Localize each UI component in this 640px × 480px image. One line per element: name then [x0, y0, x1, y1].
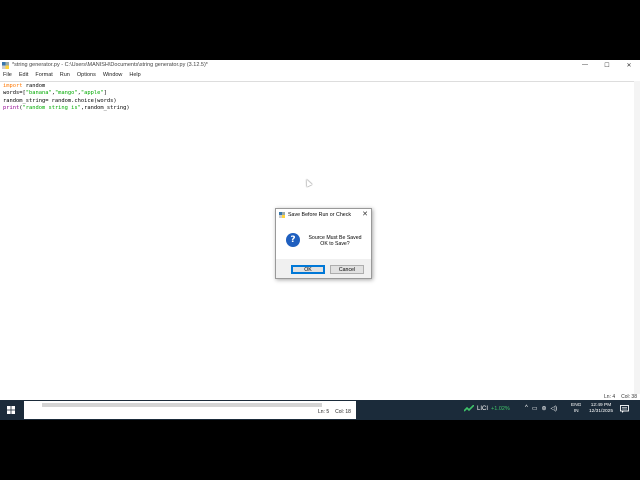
code-line-2: words=["banana","mango","apple"] [3, 90, 640, 97]
taskbar-column-number: Col: 18 [335, 409, 351, 415]
system-tray: ^ ▭ ⊛ ◁) [525, 405, 557, 412]
clock-date: 12/31/2025 [588, 409, 613, 414]
taskbar-editor-strip[interactable]: Ln: 5 Col: 18 [24, 401, 356, 419]
code-text: words=[ [3, 90, 26, 97]
chevron-up-icon[interactable]: ^ [525, 405, 528, 412]
ok-button[interactable]: OK [291, 265, 325, 274]
question-icon: ? [286, 233, 300, 247]
code-text: ,random_string) [80, 105, 130, 112]
start-button[interactable] [0, 400, 22, 420]
stock-widget[interactable]: LICI +1.02% [464, 405, 510, 412]
dialog-title-bar: Save Before Run or Check ✕ [276, 209, 371, 221]
code-line-3: random_string= random.choice(words) [3, 97, 117, 104]
save-before-run-dialog: Save Before Run or Check ✕ ? Source Must… [275, 208, 372, 279]
stock-trend-icon [464, 405, 474, 412]
minimize-button[interactable]: — [574, 60, 596, 70]
string-literal: "mango" [54, 90, 78, 97]
python-icon [279, 212, 285, 218]
string-literal: "apple" [80, 90, 104, 97]
network-icon[interactable]: ⊛ [542, 405, 547, 412]
menu-help[interactable]: Help [129, 72, 140, 78]
menu-file[interactable]: File [3, 72, 12, 78]
language-indicator[interactable]: ENG IN [571, 403, 581, 415]
clock[interactable]: 12:49 PM 12/31/2025 [586, 403, 616, 415]
menu-run[interactable]: Run [60, 72, 70, 78]
dialog-close-button[interactable]: ✕ [362, 210, 368, 218]
close-button[interactable]: ✕ [618, 60, 640, 70]
dialog-message-line-2: OK to Save? [320, 241, 350, 247]
dialog-body: ? Source Must Be Saved OK to Save? [276, 221, 371, 259]
stock-name: LICI [477, 405, 489, 412]
code-text: ] [103, 90, 107, 97]
taskbar-status: Ln: 5 Col: 18 [318, 409, 351, 415]
dialog-title: Save Before Run or Check [288, 212, 352, 218]
volume-icon[interactable]: ◁) [551, 405, 558, 412]
string-literal: "banana" [25, 90, 52, 97]
language-line-2: IN [573, 409, 579, 414]
menu-format[interactable]: Format [35, 72, 52, 78]
horizontal-scrollbar[interactable] [42, 403, 322, 407]
menu-options[interactable]: Options [77, 72, 96, 78]
cancel-button[interactable]: Cancel [330, 265, 364, 274]
menu-window[interactable]: Window [103, 72, 123, 78]
title-bar: *string generator.py - C:\Users\MANISH\D… [0, 60, 640, 70]
vertical-scrollbar[interactable] [634, 81, 640, 394]
python-file-icon [2, 61, 9, 69]
window-controls: — ☐ ✕ [574, 60, 640, 70]
maximize-button[interactable]: ☐ [596, 60, 618, 70]
code-line-1: import random [3, 83, 640, 90]
notification-icon[interactable] [620, 405, 629, 413]
taskbar-line-number: Ln: 5 [318, 409, 330, 415]
stock-change: +1.02% [491, 405, 510, 412]
code-text: random [22, 83, 46, 89]
screen: *string generator.py - C:\Users\MANISH\D… [0, 60, 640, 420]
menu-bar: File Edit Format Run Options Window Help [0, 70, 640, 80]
keyword-import: import [3, 83, 23, 89]
dialog-message: Source Must Be Saved OK to Save? [305, 235, 365, 247]
battery-icon[interactable]: ▭ [532, 405, 538, 412]
builtin-print: print [3, 105, 20, 112]
window-title: *string generator.py - C:\Users\MANISH\D… [12, 62, 208, 68]
menu-edit[interactable]: Edit [19, 72, 28, 78]
windows-logo-icon [7, 406, 15, 414]
string-literal: "random string is" [22, 105, 81, 112]
code-line-4: print("random string is",random_string) [3, 105, 640, 112]
taskbar: Ln: 5 Col: 18 LICI +1.02% ^ ▭ ⊛ ◁) ENG I… [0, 400, 640, 420]
